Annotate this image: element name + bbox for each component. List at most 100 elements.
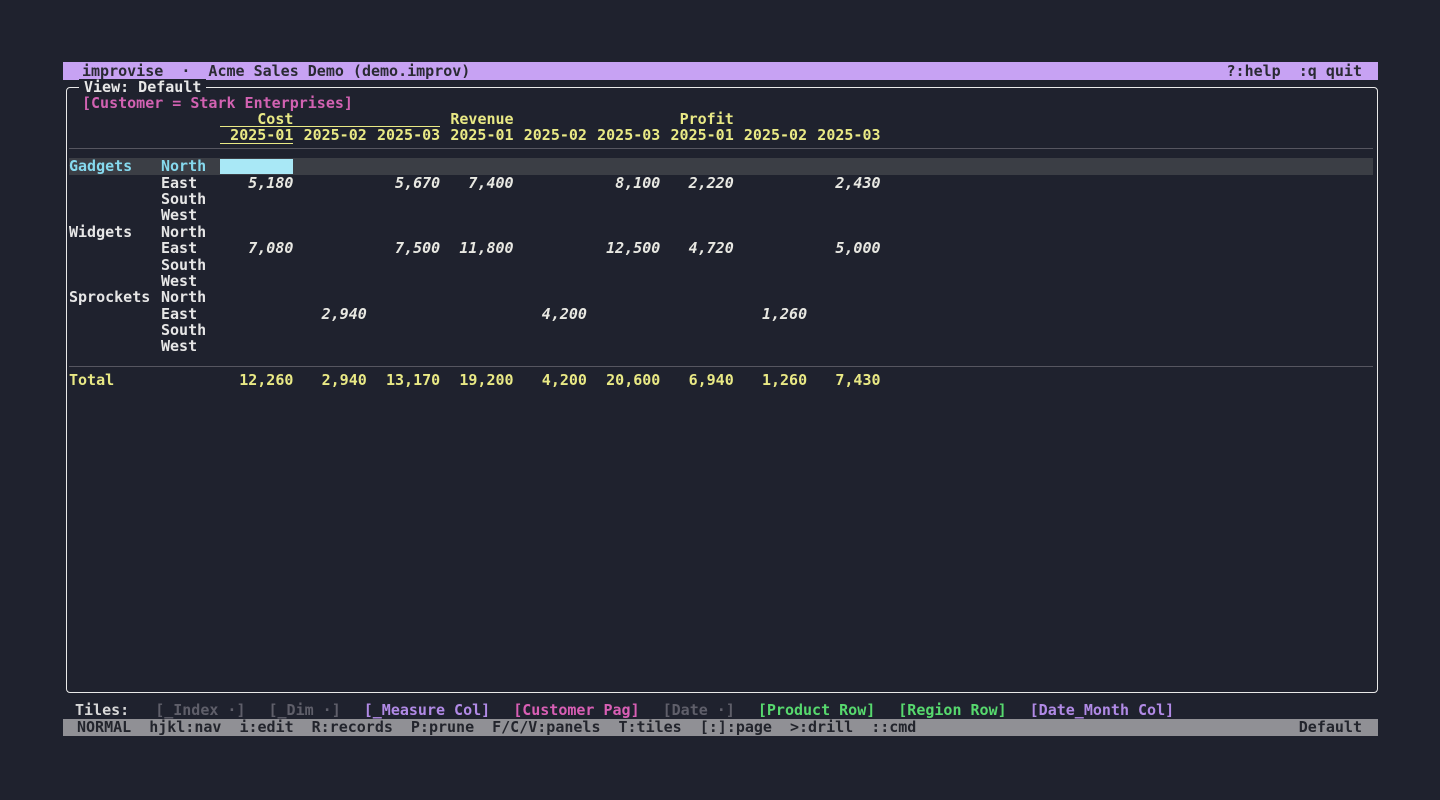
hint-gap [1281,62,1299,80]
value-cell[interactable]: 7,080 [220,240,293,256]
title-bar: improvise · Acme Sales Demo (demo.improv… [63,62,1378,80]
total-value-cell: 1,260 [734,372,807,388]
region-label: West [161,273,220,289]
tiles-bar: Tiles: [_Index ·] [_Dim ·] [_Measure Col] [… [75,702,1375,719]
total-label: Total [69,372,161,388]
value-cell[interactable]: 2,940 [293,306,366,322]
terminal-window: improvise · Acme Sales Demo (demo.improv… [63,62,1378,80]
month-header-row: 2025-012025-022025-032025-012025-022025-… [69,128,1377,144]
status-hint: T:tiles [619,719,682,736]
measure-group-revenue[interactable]: Revenue [440,112,660,127]
titlebar-hints: ?:help :q quit [1227,62,1362,80]
column-header[interactable]: 2025-01 [660,128,733,144]
tile-customer-pag[interactable]: [Customer Pag] [513,702,639,719]
column-header[interactable]: 2025-02 [514,128,587,144]
table-row[interactable]: South [69,257,1377,273]
value-cell[interactable]: 5,670 [367,175,440,191]
column-header[interactable]: 2025-03 [807,128,880,144]
total-separator [69,366,1373,367]
total-row: Total 12,2602,94013,17019,2004,20020,600… [69,372,1377,388]
status-hint: i:edit [239,719,293,736]
status-hint: P:prune [411,719,474,736]
table-row[interactable]: West [69,273,1377,289]
table-row[interactable]: South [69,191,1377,207]
column-header[interactable]: 2025-01 [440,128,513,144]
measure-group-label: Profit [660,112,733,127]
table-row[interactable]: GadgetsNorth [69,158,1373,174]
status-hint: [:]:page [700,719,772,736]
region-label: East [161,306,220,322]
column-header[interactable]: 2025-02 [293,128,366,144]
value-cell[interactable]: 7,400 [440,175,513,191]
table-body: GadgetsNorthEast5,1805,6707,4008,1002,22… [69,158,1377,355]
value-cell[interactable]: 8,100 [587,175,660,191]
total-value-cell: 12,260 [220,372,293,388]
region-label: North [161,224,220,240]
column-header[interactable]: 2025-03 [367,128,440,144]
status-view-name: Default [1299,719,1362,736]
table-row[interactable]: SprocketsNorth [69,289,1377,305]
tile-dim[interactable]: [_Dim ·] [269,702,341,719]
value-cell[interactable]: 4,720 [660,240,733,256]
tile-region-row[interactable]: [Region Row] [898,702,1006,719]
status-hint: hjkl:nav [149,719,221,736]
value-cell[interactable]: 2,430 [807,175,880,191]
table-row[interactable]: East5,180 5,6707,400 8,1002,220 2,430 [69,175,1377,191]
region-label: South [161,191,220,207]
mode-indicator: NORMAL [77,719,131,736]
tile-index[interactable]: [_Index ·] [155,702,245,719]
total-value-cell: 7,430 [807,372,880,388]
total-value-cell: 19,200 [440,372,513,388]
region-label: North [161,289,220,305]
region-label: East [161,240,220,256]
measure-group-cost[interactable]: Cost [220,112,440,127]
table-row[interactable]: WidgetsNorth [69,224,1377,240]
value-cell[interactable]: 1,260 [734,306,807,322]
product-label: Gadgets [69,158,161,174]
measure-group-profit[interactable]: Profit [660,112,880,127]
region-label: West [161,338,220,354]
pivot-table: CostRevenueProfit 2025-012025-022025-032… [67,111,1377,388]
total-value-cell: 13,170 [367,372,440,388]
table-row[interactable]: West [69,207,1377,223]
measure-group-label: Cost [220,112,293,127]
desktop-background: improvise · Acme Sales Demo (demo.improv… [0,0,1440,800]
status-hint: ::cmd [871,719,916,736]
status-hint: >:drill [790,719,853,736]
column-header[interactable]: 2025-01 [220,128,293,144]
value-cell[interactable]: 4,200 [514,306,587,322]
table-row[interactable]: South [69,322,1377,338]
total-value-cell: 2,940 [293,372,366,388]
column-header[interactable]: 2025-02 [734,128,807,144]
tile-measure-col[interactable]: [_Measure Col] [364,702,490,719]
quit-hint: :q quit [1299,62,1362,80]
filter-badge[interactable]: [Customer = Stark Enterprises] [82,95,1377,111]
tile-product-row[interactable]: [Product Row] [758,702,875,719]
region-label: South [161,322,220,338]
total-value-cell: 4,200 [514,372,587,388]
value-cell[interactable]: 12,500 [587,240,660,256]
region-label: West [161,207,220,223]
status-hint: R:records [312,719,393,736]
table-row[interactable]: East 2,940 4,200 1,260 [69,306,1377,322]
cursor-cell[interactable] [220,159,293,174]
value-cell[interactable]: 2,220 [660,175,733,191]
column-header[interactable]: 2025-03 [587,128,660,144]
value-cell[interactable]: 5,180 [220,175,293,191]
view-label: View: Default [79,79,206,96]
table-row[interactable]: East7,080 7,50011,800 12,5004,720 5,000 [69,240,1377,256]
help-hint: ?:help [1227,62,1281,80]
value-cell[interactable]: 11,800 [440,240,513,256]
tile-datemonth-col[interactable]: [Date_Month Col] [1030,702,1175,719]
status-bar: NORMAL hjkl:navi:editR:recordsP:pruneF/C… [63,719,1378,736]
product-label: Sprockets [69,289,161,305]
value-cell[interactable]: 5,000 [807,240,880,256]
measure-group-label: Revenue [440,112,513,127]
total-value-cell: 20,600 [587,372,660,388]
region-label: East [161,175,220,191]
tile-date[interactable]: [Date ·] [663,702,735,719]
tiles-label: Tiles: [75,702,129,719]
table-row[interactable]: West [69,338,1377,354]
value-cell[interactable]: 7,500 [367,240,440,256]
total-value-cell: 6,940 [660,372,733,388]
